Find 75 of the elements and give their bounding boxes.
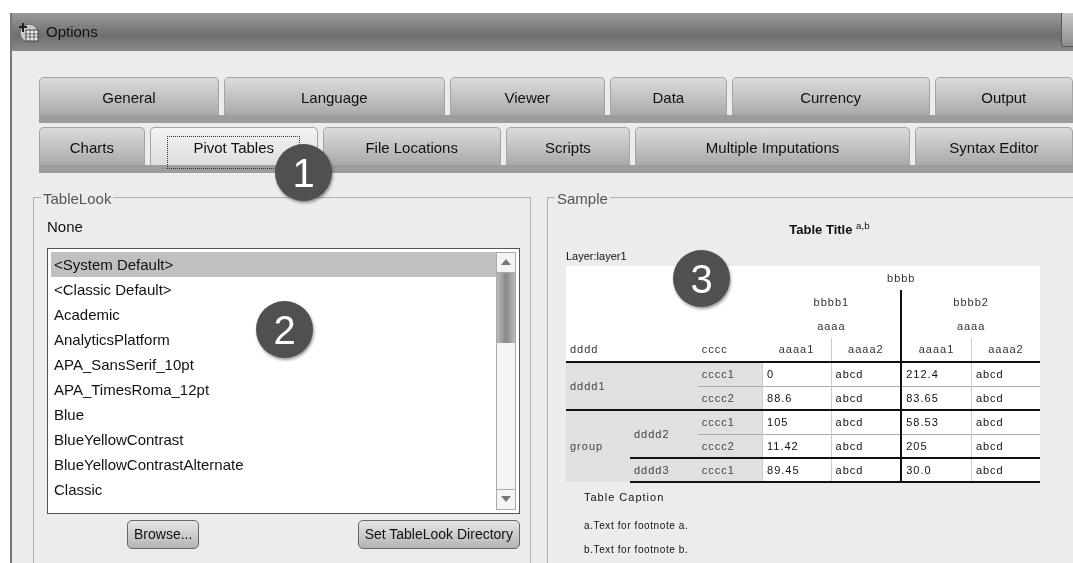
tab[interactable]: Scripts xyxy=(505,127,631,165)
scroll-up-icon[interactable] xyxy=(501,259,511,265)
list-item[interactable]: Classic xyxy=(51,476,103,502)
button[interactable]: Set TableLook Directory xyxy=(357,519,520,549)
tab[interactable]: Output xyxy=(934,77,1073,115)
scrollbar[interactable] xyxy=(496,251,516,510)
table-cell: 58.53 xyxy=(901,410,972,434)
row-label: cccc2 xyxy=(697,434,763,458)
list-item[interactable]: <System Default> xyxy=(51,251,496,277)
layer-label: Layer:layer1 xyxy=(566,248,628,264)
tab[interactable]: Viewer xyxy=(449,77,605,115)
table-cell: 105 xyxy=(762,410,832,434)
row-label: cccc2 xyxy=(697,386,763,410)
table-cell: 30.0 xyxy=(901,458,972,482)
list-item[interactable]: BlueYellowContrastAlternate xyxy=(51,451,244,477)
column-header: bbbb2 xyxy=(901,290,1040,314)
column-header: bbbb xyxy=(762,266,1040,290)
window-title: Options xyxy=(46,21,98,42)
list-item[interactable]: <Classic Default> xyxy=(51,276,172,302)
row-label: cccc1 xyxy=(697,458,763,482)
table-cell: 212.4 xyxy=(901,362,972,386)
list-item[interactable]: APA_TimesRoma_12pt xyxy=(51,376,210,402)
column-header: aaaa1 xyxy=(762,338,832,362)
current-tablelook: None xyxy=(47,217,84,237)
tab[interactable]: Language xyxy=(224,77,445,115)
column-header: aaaa xyxy=(901,314,1040,338)
row-dimension-header: cccc xyxy=(697,338,763,362)
table-cell: abcd xyxy=(971,410,1040,434)
button[interactable]: Browse... xyxy=(127,519,200,549)
table-cell: abcd xyxy=(831,410,902,434)
app-icon xyxy=(18,21,40,43)
list-item[interactable]: Blue xyxy=(51,401,85,427)
row-label: dddd3 xyxy=(630,458,698,482)
tab[interactable]: Currency xyxy=(731,77,930,115)
table-cell: abcd xyxy=(831,458,902,482)
row-label: cccc1 xyxy=(697,410,763,434)
list-item[interactable]: Academic xyxy=(51,301,120,327)
table-cell: abcd xyxy=(971,362,1040,386)
column-header: aaaa2 xyxy=(831,338,902,362)
table-cell: 88.6 xyxy=(762,386,832,410)
tab[interactable]: General xyxy=(39,77,220,115)
row-label: dddd2 xyxy=(630,410,698,458)
scroll-down-icon[interactable] xyxy=(501,496,511,502)
row-label: dddd1 xyxy=(566,362,698,410)
table-cell: abcd xyxy=(971,458,1040,482)
table-cell: abcd xyxy=(831,362,902,386)
list-item[interactable]: APA_SansSerif_10pt xyxy=(51,351,194,377)
list-item[interactable]: AnalyticsPlatform xyxy=(51,326,170,352)
footnote: a.Text for footnote a. xyxy=(584,518,690,533)
column-header: aaaa1 xyxy=(901,338,972,362)
column-header: bbbb1 xyxy=(762,290,902,314)
table-cell: 89.45 xyxy=(762,458,832,482)
table-cell: 11.42 xyxy=(762,434,832,458)
table-caption: Table Caption xyxy=(584,490,666,505)
table-cell: abcd xyxy=(831,386,902,410)
callout-marker: 1 xyxy=(275,144,332,201)
scroll-thumb[interactable] xyxy=(497,272,515,343)
footnote: b.Text for footnote b. xyxy=(584,542,690,557)
table-title: Table Title $^{a,b}$ xyxy=(788,220,871,239)
tab[interactable]: Syntax Editor xyxy=(914,127,1073,165)
table-cell: abcd xyxy=(831,434,902,458)
table-cell: abcd xyxy=(971,386,1040,410)
tab[interactable]: Multiple Imputations xyxy=(635,127,910,165)
table-cell: 205 xyxy=(901,434,972,458)
row-label: group xyxy=(566,410,630,482)
tab[interactable]: File Locations xyxy=(322,127,501,165)
column-header: aaaa xyxy=(762,314,902,338)
tab[interactable]: Charts xyxy=(39,127,145,165)
column-header: aaaa2 xyxy=(971,338,1040,362)
table-cell: 83.65 xyxy=(901,386,972,410)
list-item[interactable]: BlueYellowContrast xyxy=(51,426,184,452)
row-dimension-header: dddd xyxy=(566,338,698,362)
table-cell: abcd xyxy=(971,434,1040,458)
tab[interactable]: Data xyxy=(609,77,727,115)
table-cell: 0 xyxy=(762,362,832,386)
